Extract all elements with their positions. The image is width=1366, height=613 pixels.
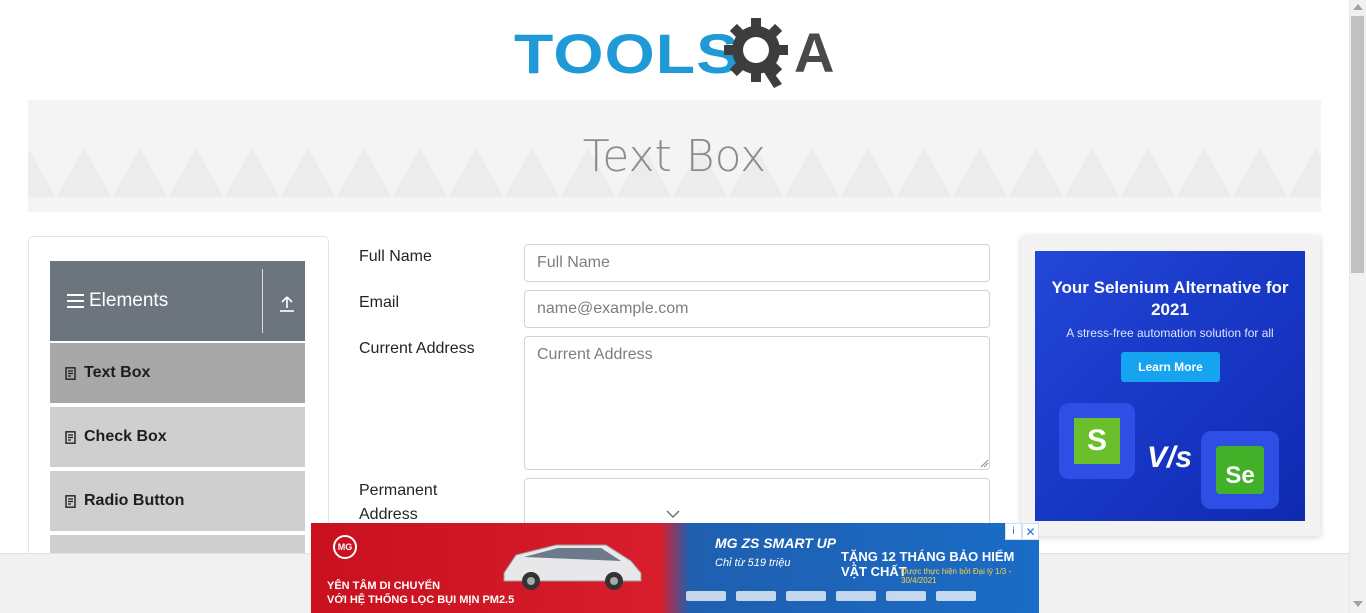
bottom-ad-model: MG ZS SMART UP — [715, 535, 837, 551]
chevron-down-icon — [666, 510, 680, 518]
selenium-logo: Se — [1201, 431, 1279, 509]
scroll-up-arrow-icon[interactable] — [1353, 4, 1363, 10]
partner-badge — [736, 591, 776, 601]
elements-group-label: Elements — [89, 290, 169, 311]
side-ad[interactable]: Your Selenium Alternative for 2021 A str… — [1035, 251, 1305, 521]
logo-text-a: A — [794, 21, 835, 84]
katalon-logo: S — [1059, 403, 1135, 479]
gear-q-icon — [724, 18, 788, 88]
elements-group-header[interactable]: Elements — [50, 261, 305, 341]
email-input[interactable] — [524, 290, 990, 328]
car-image — [503, 544, 642, 590]
partner-badge — [786, 591, 826, 601]
partner-badge — [686, 591, 726, 601]
full-name-input[interactable] — [524, 244, 990, 282]
logo-text-tools: TOOLS — [514, 21, 741, 85]
document-icon — [65, 494, 76, 508]
bottom-ad[interactable]: MG YÊN TÂM DI CHUYỂN VỚI HỆ THỐNG LỌC BỤ… — [311, 523, 1039, 613]
scrollbar-thumb[interactable] — [1351, 16, 1364, 273]
versus-text: V/s — [1147, 441, 1193, 474]
toolsqa-logo[interactable]: TOOLS A — [514, 14, 840, 92]
header-divider — [262, 269, 263, 333]
sidebar-item-label: Radio Button — [84, 492, 185, 509]
sidebar-item-label: Text Box — [84, 364, 151, 381]
bottom-ad-partner-badges — [686, 591, 1026, 605]
partner-badge — [886, 591, 926, 601]
sidebar-item-radio-button[interactable]: Radio Button — [50, 469, 305, 531]
learn-more-button[interactable]: Learn More — [1121, 352, 1220, 382]
partner-badge — [836, 591, 876, 601]
document-icon — [65, 430, 76, 444]
page-title: Text Box — [582, 130, 767, 182]
sidebar-item-text-box[interactable]: Text Box — [50, 341, 305, 403]
permanent-address-label: Permanent Address — [359, 482, 438, 523]
sidebar-item-check-box[interactable]: Check Box — [50, 405, 305, 467]
scroll-down-arrow-icon[interactable] — [1353, 601, 1363, 607]
hamburger-icon — [67, 294, 84, 308]
resize-grip-icon[interactable] — [980, 459, 989, 468]
current-address-label: Current Address — [359, 340, 475, 357]
bottom-ad-price: Chỉ từ 519 triệu — [715, 557, 791, 569]
mg-brand-logo: MG — [333, 535, 357, 559]
page-banner: Text Box — [28, 100, 1321, 212]
sidebar-item-label: Check Box — [84, 428, 167, 445]
bottom-ad-tagline: YÊN TÂM DI CHUYỂN VỚI HỆ THỐNG LỌC BỤI M… — [327, 580, 515, 606]
side-ad-subtext: A stress-free automation solution for al… — [1066, 326, 1274, 340]
bottom-ad-offer-note: Được thực hiện bởi Đại lý 1/3 - 30/4/202… — [901, 567, 1012, 585]
partner-badge — [936, 591, 976, 601]
upload-arrow-icon[interactable] — [278, 295, 296, 313]
current-address-input[interactable] — [524, 336, 990, 470]
email-label: Email — [359, 294, 400, 311]
katalon-logo-letter: S — [1074, 418, 1120, 464]
selenium-logo-letters: Se — [1216, 446, 1264, 494]
document-icon — [65, 366, 76, 380]
close-icon[interactable]: ✕ — [1022, 523, 1039, 540]
page: TOOLS A Text Box Elements Text Box Check… — [0, 0, 1366, 613]
side-ad-headline: Your Selenium Alternative for 2021 — [1051, 278, 1289, 319]
info-icon[interactable]: i — [1005, 523, 1022, 540]
full-name-label: Full Name — [359, 248, 432, 265]
